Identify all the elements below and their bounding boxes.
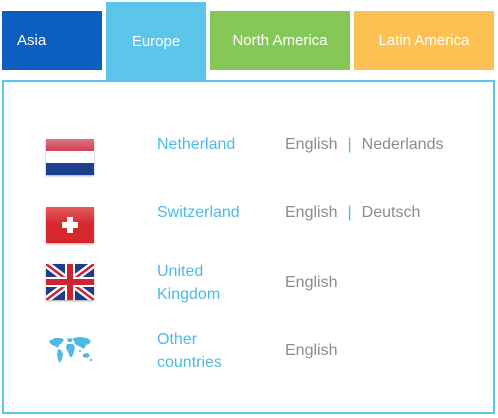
country-link-united-kingdom[interactable]: United Kingdom [157,260,220,306]
languages-other-countries: English [285,339,337,362]
uk-flag-icon [46,264,94,300]
country-row-switzerland: Switzerland English | Deutsch [4,195,493,255]
language-link-english[interactable]: English [285,201,337,224]
languages-netherland: English | Nederlands [285,133,443,156]
languages-switzerland: English | Deutsch [285,201,420,224]
tab-asia[interactable]: Asia [2,11,102,70]
country-name-line2: Kingdom [157,286,221,303]
country-panel: Netherland English | Nederlands Switzerl… [2,80,495,414]
language-link-english[interactable]: English [285,339,337,362]
tab-europe[interactable]: Europe [106,2,206,80]
language-link-english[interactable]: English [285,133,337,156]
country-name-line1: Other [157,331,198,348]
language-link-deutsch[interactable]: Deutsch [362,201,421,224]
tab-north-america-label: North America [232,32,328,49]
language-link-english[interactable]: English [285,271,337,294]
tab-north-america[interactable]: North America [210,11,350,70]
language-separator: | [347,136,352,153]
country-link-switzerland[interactable]: Switzerland [157,201,240,224]
languages-united-kingdom: English [285,271,337,294]
language-link-nederlands[interactable]: Nederlands [362,133,444,156]
world-map-icon [46,332,94,368]
tab-latin-america-label: Latin America [378,32,470,49]
language-separator: | [347,204,352,221]
country-link-other-countries[interactable]: Other countries [157,328,222,374]
switzerland-flag-icon [46,207,94,243]
tab-asia-label: Asia [17,32,47,49]
country-row-united-kingdom: United Kingdom English [4,262,493,322]
tab-latin-america[interactable]: Latin America [354,11,494,70]
country-name-line1: United [157,263,204,280]
netherlands-flag-icon [46,139,94,175]
country-row-netherland: Netherland English | Nederlands [4,127,493,187]
country-name-line2: countries [157,354,222,371]
tab-europe-label: Europe [131,32,181,50]
country-row-other-countries: Other countries English [4,330,493,390]
country-link-netherland[interactable]: Netherland [157,133,235,156]
